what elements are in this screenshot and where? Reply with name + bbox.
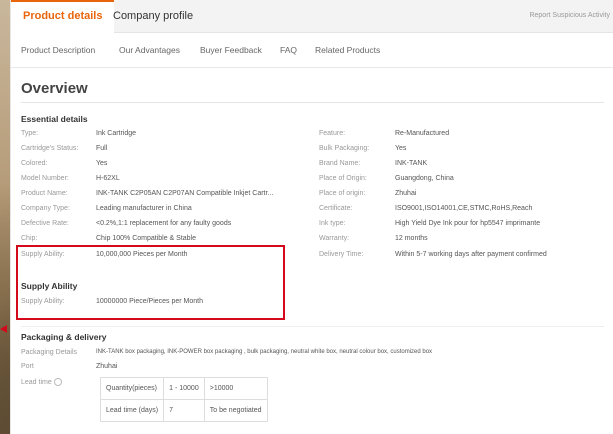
- detail-value: Re-Manufactured: [395, 130, 450, 137]
- detail-label: Type:: [21, 130, 39, 137]
- detail-value: INK-TANK C2P05AN C2P07AN Compatible Inkj…: [96, 190, 274, 197]
- subnav-product-description[interactable]: Product Description: [21, 33, 95, 67]
- subnav-faq[interactable]: FAQ: [280, 33, 297, 67]
- packaging-details-label: Packaging Details: [21, 349, 78, 356]
- detail-row: Company Type: Leading manufacturer in Chi…: [21, 203, 192, 214]
- detail-row: Place of origin: Zhuhai: [319, 188, 416, 199]
- detail-row: Model Number: H-62XL: [21, 173, 120, 184]
- lead-time-row: Lead time: [21, 377, 62, 388]
- detail-value: Leading manufacturer in China: [96, 205, 192, 212]
- tab-product-details[interactable]: Product details: [11, 0, 115, 33]
- subnav-our-advantages[interactable]: Our Advantages: [119, 33, 180, 67]
- detail-row: Chip: Chip 100% Compatible & Stable: [21, 233, 196, 244]
- detail-row: Colored: Yes: [21, 158, 107, 169]
- detail-label: Cartridge's Status:: [21, 145, 79, 152]
- table-row: Lead time (days) 7 To be negotiated: [99, 399, 268, 422]
- port-row: Port Zhuhai: [21, 361, 117, 372]
- overview-divider: [21, 102, 604, 103]
- tab-bar: Product details Company profile Report S…: [11, 0, 613, 33]
- packaging-details-row: Packaging Details INK-TANK box packaging,…: [21, 347, 432, 358]
- detail-label: Delivery Time:: [319, 251, 364, 258]
- detail-value: Ink Cartridge: [96, 130, 137, 137]
- detail-row: Brand Name: INK-TANK: [319, 158, 427, 169]
- detail-label: Place of Origin:: [319, 175, 367, 182]
- detail-row: Defective Rate: <0.2%,1:1 replacement for…: [21, 218, 231, 229]
- detail-value: Full: [96, 145, 108, 152]
- detail-row: Place of Origin: Guangdong, China: [319, 173, 454, 184]
- detail-value: Chip 100% Compatible & Stable: [96, 235, 197, 242]
- port-value: Zhuhai: [96, 363, 118, 370]
- subnav-buyer-feedback[interactable]: Buyer Feedback: [200, 33, 262, 67]
- detail-value: High Yield Dye Ink pour for hp5547 impri…: [395, 220, 541, 227]
- tab-company-profile[interactable]: Company profile: [101, 0, 205, 32]
- table-cell: To be negotiated: [203, 399, 268, 422]
- essential-details-heading: Essential details: [21, 114, 88, 124]
- detail-row: Certificate: ISO9001,ISO14001,CE,STMC,RoH…: [319, 203, 532, 214]
- detail-value: H-62XL: [96, 175, 120, 182]
- detail-label: Colored:: [21, 160, 48, 167]
- supply-value: 10000000 Piece/Pieces per Month: [96, 298, 204, 305]
- report-suspicious-link[interactable]: Report Suspicious Activity: [529, 0, 610, 32]
- detail-label: Ink type:: [319, 220, 346, 227]
- overview-heading: Overview: [21, 80, 88, 97]
- detail-value: INK-TANK: [395, 160, 428, 167]
- lead-time-label: Lead time: [21, 379, 52, 386]
- detail-row: Bulk Packaging: Yes: [319, 143, 406, 154]
- detail-label: Chip:: [21, 235, 38, 242]
- detail-label: Place of origin:: [319, 190, 366, 197]
- table-cell: Quantity(pieces): [99, 377, 165, 400]
- table-row: Quantity(pieces) 1 - 10000 >10000: [99, 377, 268, 400]
- supply-ability-heading: Supply Ability: [21, 281, 78, 291]
- detail-row: Delivery Time: Within 5-7 working days af…: [319, 249, 547, 260]
- lead-time-table: Quantity(pieces) 1 - 10000 >10000 Lead t…: [99, 377, 268, 422]
- table-cell: Lead time (days): [99, 399, 165, 422]
- detail-label: Company Type:: [21, 205, 70, 212]
- detail-label: Feature:: [319, 130, 346, 137]
- detail-value: Yes: [96, 160, 108, 167]
- detail-row: Warranty: 12 months: [319, 233, 428, 244]
- detail-value: Guangdong, China: [395, 175, 454, 182]
- supply-row: Supply Ability: 10000000 Piece/Pieces per…: [21, 296, 203, 307]
- packaging-details-value: INK-TANK box packaging, INK-POWER box pa…: [96, 349, 433, 355]
- detail-row: Cartridge's Status: Full: [21, 143, 107, 154]
- detail-row: Feature: Re-Manufactured: [319, 128, 449, 139]
- detail-value: ISO9001,ISO14001,CE,STMC,RoHS,Reach: [395, 205, 533, 212]
- supply-label: Supply Ability:: [21, 298, 65, 305]
- detail-row: Ink type: High Yield Dye Ink pour for hp5…: [319, 218, 540, 229]
- detail-label: Certificate:: [319, 205, 353, 212]
- table-cell: 1 - 10000: [163, 377, 205, 400]
- sub-navigation: Product Description Our Advantages Buyer…: [11, 33, 613, 68]
- detail-value: Zhuhai: [395, 190, 417, 197]
- detail-label: Brand Name:: [319, 160, 361, 167]
- detail-label: Defective Rate:: [21, 220, 69, 227]
- detail-label: Warranty:: [319, 235, 350, 242]
- detail-label: Bulk Packaging:: [319, 145, 370, 152]
- product-details-panel: Product details Company profile Report S…: [10, 0, 613, 434]
- table-cell: >10000: [203, 377, 268, 400]
- info-icon[interactable]: [53, 378, 62, 387]
- detail-value: 12 months: [395, 235, 428, 242]
- section-divider: [21, 326, 604, 327]
- detail-value: Yes: [395, 145, 407, 152]
- detail-label: Model Number:: [21, 175, 69, 182]
- subnav-related-products[interactable]: Related Products: [315, 33, 380, 67]
- detail-row: Type: Ink Cartridge: [21, 128, 136, 139]
- detail-value: <0.2%,1:1 replacement for any faulty goo…: [96, 220, 232, 227]
- detail-label: Product Name:: [21, 190, 68, 197]
- port-label: Port: [21, 363, 34, 370]
- detail-row: Product Name: INK-TANK C2P05AN C2P07AN Co…: [21, 188, 273, 199]
- packaging-heading: Packaging & delivery: [21, 332, 107, 342]
- arrow-pointer: [0, 325, 7, 333]
- table-cell: 7: [163, 399, 205, 422]
- detail-value: Within 5-7 working days after payment co…: [395, 251, 547, 258]
